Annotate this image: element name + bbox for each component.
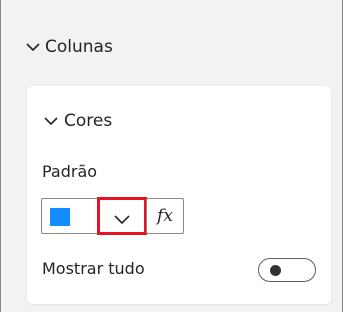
chevron-down-icon — [43, 113, 59, 129]
show-all-label: Mostrar tudo — [42, 259, 145, 278]
toggle-knob — [270, 265, 281, 276]
color-swatch[interactable] — [50, 208, 70, 226]
color-picker[interactable] — [41, 197, 147, 235]
card-title: Cores — [64, 111, 113, 131]
chevron-down-icon — [113, 210, 131, 228]
color-dropdown-button[interactable] — [97, 197, 147, 235]
format-pane: Colunas Cores Padrão fx Mostrar tudo — [0, 0, 343, 312]
card-header-cores[interactable]: Cores — [43, 108, 112, 134]
section-title: Colunas — [45, 37, 113, 57]
section-header-colunas[interactable]: Colunas — [25, 32, 113, 62]
fx-icon: fx — [157, 206, 173, 226]
show-all-toggle[interactable] — [258, 258, 316, 282]
cores-card: Cores Padrão fx Mostrar tudo — [27, 86, 331, 304]
conditional-formatting-button[interactable]: fx — [146, 198, 184, 234]
chevron-down-icon — [25, 39, 41, 55]
default-color-label: Padrão — [42, 162, 98, 181]
